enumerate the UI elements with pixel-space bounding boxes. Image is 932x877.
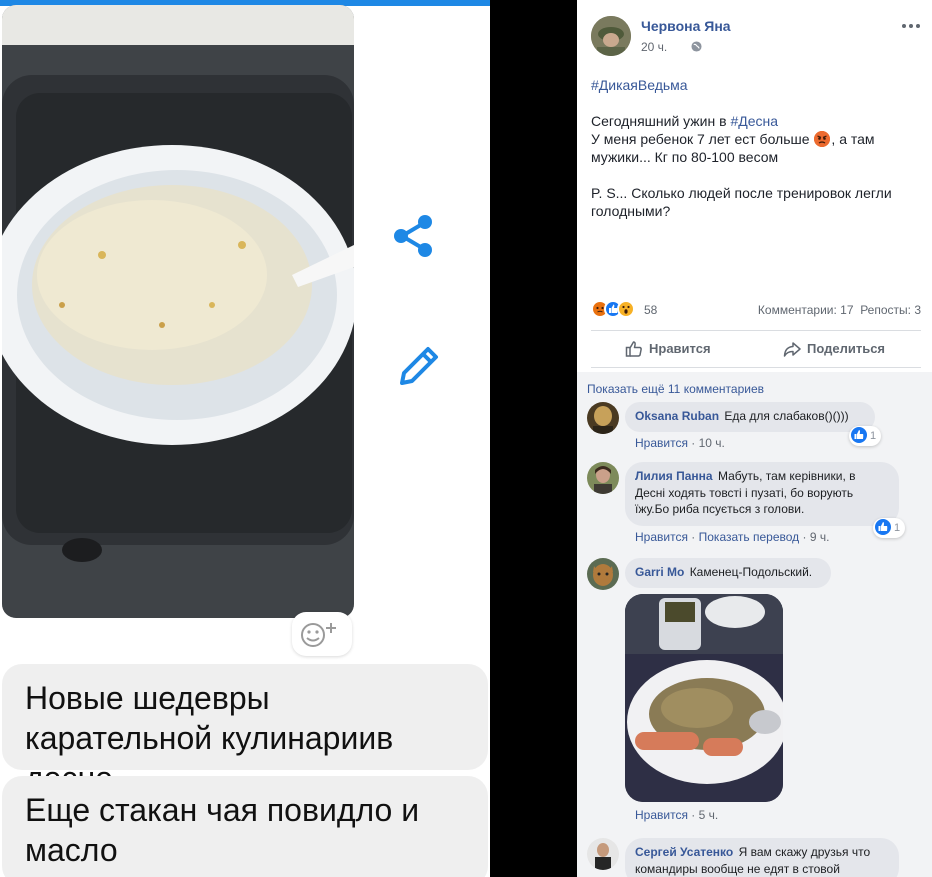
author-avatar[interactable]	[591, 16, 631, 56]
share-button[interactable]: Поделиться	[783, 331, 885, 367]
comment-time[interactable]: 9 ч.	[810, 530, 830, 544]
post-timestamp[interactable]: 20 ч.	[641, 40, 667, 54]
message-bubble: Еще стакан чая повидло и масло	[2, 776, 488, 877]
comment-text: Я вам скажу друзья что	[738, 845, 871, 859]
more-options-icon[interactable]	[901, 22, 921, 30]
author-name[interactable]: Червона Яна	[641, 18, 731, 34]
like-icon	[875, 519, 891, 535]
comment-bubble: Лилия Панна Мабуть, там керівники, в Дес…	[625, 462, 899, 526]
commenter-avatar[interactable]	[587, 402, 619, 434]
hashtag-link[interactable]: #ДикаяВедьма	[591, 77, 688, 93]
post-text-line: мужики... Кг по 80-100 весом	[591, 149, 779, 165]
comment-like-link[interactable]: Нравится	[635, 808, 688, 822]
post-counts: Комментарии: 17 Репосты: 3	[758, 303, 921, 317]
show-translation-link[interactable]: Показать перевод	[699, 530, 800, 544]
comment-meta: Нравится · Показать перевод · 9 ч.	[635, 530, 830, 544]
commenter-name[interactable]: Сергей Усатенко	[635, 845, 733, 859]
porridge-photo[interactable]	[2, 5, 354, 618]
commenter-name[interactable]: Garri Mo	[635, 565, 684, 579]
like-button[interactable]: Нравится	[625, 331, 711, 367]
globe-icon	[691, 41, 702, 52]
like-icon	[851, 427, 867, 443]
like-button-label: Нравится	[649, 341, 711, 356]
commenter-name[interactable]: Oksana Ruban	[635, 409, 719, 423]
post-text-line: , а там	[831, 131, 875, 147]
add-reaction-button[interactable]	[292, 612, 352, 656]
comment-text: Каменец-Подольский.	[689, 565, 813, 579]
comment-like-link[interactable]: Нравится	[635, 530, 688, 544]
share-icon[interactable]	[392, 214, 434, 258]
commenter-avatar[interactable]	[587, 838, 619, 870]
facebook-post: Червона Яна 20 ч. #ДикаяВедьма Сегодняшн…	[577, 0, 932, 877]
comment: Сергей Усатенко Я вам скажу друзья что к…	[587, 838, 927, 877]
comment-text: командиры вообще не едят в стовой	[635, 861, 840, 876]
commenter-avatar[interactable]	[587, 462, 619, 494]
porridge-photo-image	[2, 5, 354, 618]
comment-text: Еда для слабаков()()))	[724, 409, 849, 423]
reaction-icons[interactable]	[591, 300, 645, 318]
comment-photo[interactable]	[625, 594, 783, 802]
message-bubble: Новые шедевры карательной кулинариив дес…	[2, 664, 488, 796]
wow-icon	[617, 300, 635, 318]
hashtag-link[interactable]: #Десна	[730, 113, 778, 129]
comment: Лилия Панна Мабуть, там керівники, в Дес…	[587, 462, 927, 546]
comment-bubble: Сергей Усатенко Я вам скажу друзья что к…	[625, 838, 899, 877]
comment-text: Десні ходять товсті і пузаті, бо ворують	[635, 485, 854, 500]
comments-section: Показать ещё 11 комментариев Oksana Ruba…	[577, 372, 932, 877]
screenshot-root: Новые шедевры карательной кулинариив дес…	[0, 0, 932, 877]
comment-time[interactable]: 10 ч.	[699, 436, 725, 450]
post-header: Червона Яна 20 ч.	[591, 16, 921, 60]
commenter-avatar[interactable]	[587, 558, 619, 590]
angry-emoji-icon	[814, 131, 831, 147]
photo-panel: Новые шедевры карательной кулинариив дес…	[0, 0, 490, 877]
share-button-label: Поделиться	[807, 341, 886, 356]
shares-count-link[interactable]: Репосты: 3	[860, 303, 921, 317]
reaction-count[interactable]: 58	[644, 303, 657, 317]
comment-like-count[interactable]: 1	[849, 426, 882, 446]
post-body: #ДикаяВедьма Сегодняшний ужин в #Десна У…	[591, 76, 921, 220]
comment-photo-image	[625, 594, 783, 802]
comment: Oksana Ruban Еда для слабаков()())) 1 Нр…	[587, 402, 927, 452]
comment-time[interactable]: 5 ч.	[699, 808, 719, 822]
post-stats: 58 Комментарии: 17 Репосты: 3	[591, 300, 921, 320]
post-text-line: P. S... Сколько людей после тренировок л…	[591, 185, 892, 201]
comment-bubble: Oksana Ruban Еда для слабаков()()))	[625, 402, 875, 432]
share-arrow-icon	[783, 342, 801, 357]
show-more-comments-link[interactable]: Показать ещё 11 комментариев	[587, 382, 764, 396]
comment-bubble: Garri Mo Каменец-Подольский.	[625, 558, 831, 588]
comment-text: їжу.Бо риба псується з голови.	[635, 502, 805, 516]
comments-count-link[interactable]: Комментарии: 17	[758, 303, 854, 317]
comment-like-count[interactable]: 1	[873, 518, 906, 538]
comment-like-link[interactable]: Нравится	[635, 436, 688, 450]
post-text-line: Сегодняшний ужин в	[591, 113, 731, 129]
comment: Garri Mo Каменец-Подольский. Нравится · …	[587, 558, 927, 828]
thumbs-up-icon	[625, 341, 642, 357]
pencil-icon[interactable]	[396, 343, 442, 389]
comment-text: Мабуть, там керівники, в	[717, 469, 856, 483]
comment-meta: Нравится · 5 ч.	[635, 808, 719, 822]
post-text-line: У меня ребенок 7 лет ест больше	[591, 131, 814, 147]
post-text-line: голодными?	[591, 203, 671, 219]
commenter-name[interactable]: Лилия Панна	[635, 469, 713, 483]
post-actions: Нравится Поделиться	[591, 330, 921, 368]
comment-meta: Нравится · 10 ч.	[635, 436, 725, 450]
add-reaction-icon	[301, 623, 336, 647]
